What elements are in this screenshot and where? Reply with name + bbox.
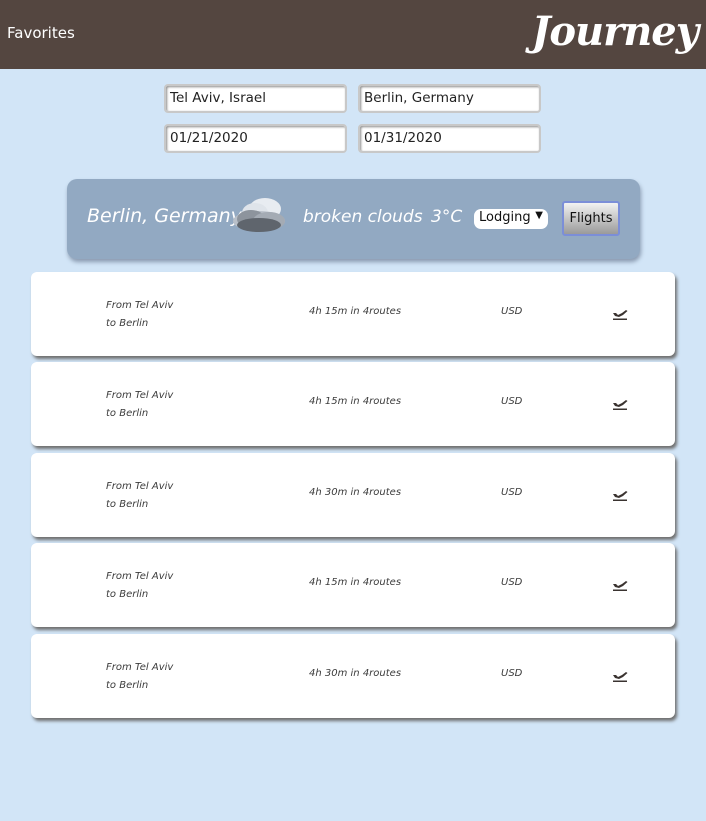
flight-card[interactable]: From Tel Aviv to Berlin 4h 15m in 4routes U… — [31, 272, 675, 356]
destination-input[interactable]: Berlin, Germany — [358, 84, 541, 113]
flight-card[interactable]: From Tel Aviv to Berlin 4h 15m in 4routes U… — [31, 543, 675, 627]
airplane-icon[interactable] — [612, 667, 628, 686]
flight-route: From Tel Aviv to Berlin — [106, 297, 173, 333]
end-date-input[interactable]: 01/31/2020 — [358, 124, 541, 153]
chevron-down-icon: ▼ — [535, 210, 543, 221]
origin-input[interactable]: Tel Aviv, Israel — [164, 84, 347, 113]
flight-route: From Tel Aviv to Berlin — [106, 387, 173, 423]
flight-from: From Tel Aviv — [106, 481, 174, 492]
flight-route: From Tel Aviv to Berlin — [106, 478, 173, 514]
flight-to: to Berlin — [106, 408, 149, 419]
flight-currency: USD — [501, 577, 523, 588]
flight-from: From Tel Aviv — [106, 390, 174, 401]
weather-description: broken clouds — [303, 207, 423, 227]
flight-currency: USD — [501, 306, 523, 317]
flight-from: From Tel Aviv — [106, 662, 174, 673]
weather-city: Berlin, Germany — [87, 205, 242, 227]
flight-duration: 4h 15m in 4routes — [309, 396, 402, 407]
category-select-value: Lodging — [479, 210, 531, 225]
airplane-icon[interactable] — [612, 395, 628, 414]
weather-temperature: 3°C — [431, 207, 463, 227]
airplane-icon[interactable] — [612, 305, 628, 324]
start-date-input[interactable]: 01/21/2020 — [164, 124, 347, 153]
flight-card[interactable]: From Tel Aviv to Berlin 4h 30m in 4routes U… — [31, 634, 675, 718]
flight-currency: USD — [501, 396, 523, 407]
app-logo[interactable]: Journey — [531, 8, 699, 55]
flights-button[interactable]: Flights — [562, 201, 620, 236]
airplane-icon[interactable] — [612, 576, 628, 595]
flight-duration: 4h 15m in 4routes — [309, 577, 402, 588]
flight-to: to Berlin — [106, 499, 149, 510]
flight-duration: 4h 30m in 4routes — [309, 487, 402, 498]
flight-to: to Berlin — [106, 589, 149, 600]
flight-currency: USD — [501, 668, 523, 679]
flight-to: to Berlin — [106, 318, 149, 329]
flight-card[interactable]: From Tel Aviv to Berlin 4h 30m in 4routes U… — [31, 453, 675, 537]
flight-from: From Tel Aviv — [106, 300, 174, 311]
flight-route: From Tel Aviv to Berlin — [106, 568, 173, 604]
flight-duration: 4h 30m in 4routes — [309, 668, 402, 679]
flight-card[interactable]: From Tel Aviv to Berlin 4h 15m in 4routes U… — [31, 362, 675, 446]
airplane-icon[interactable] — [612, 486, 628, 505]
broken-clouds-icon — [229, 191, 291, 239]
flight-to: to Berlin — [106, 680, 149, 691]
flight-currency: USD — [501, 487, 523, 498]
top-header: Favorites Journey — [0, 0, 706, 69]
flight-duration: 4h 15m in 4routes — [309, 306, 402, 317]
weather-bar: Berlin, Germany broken clouds 3°C Lodgin… — [67, 179, 640, 259]
category-select[interactable]: Lodging ▼ — [474, 209, 548, 229]
flight-route: From Tel Aviv to Berlin — [106, 659, 173, 695]
flight-from: From Tel Aviv — [106, 571, 174, 582]
favorites-link[interactable]: Favorites — [7, 24, 75, 42]
